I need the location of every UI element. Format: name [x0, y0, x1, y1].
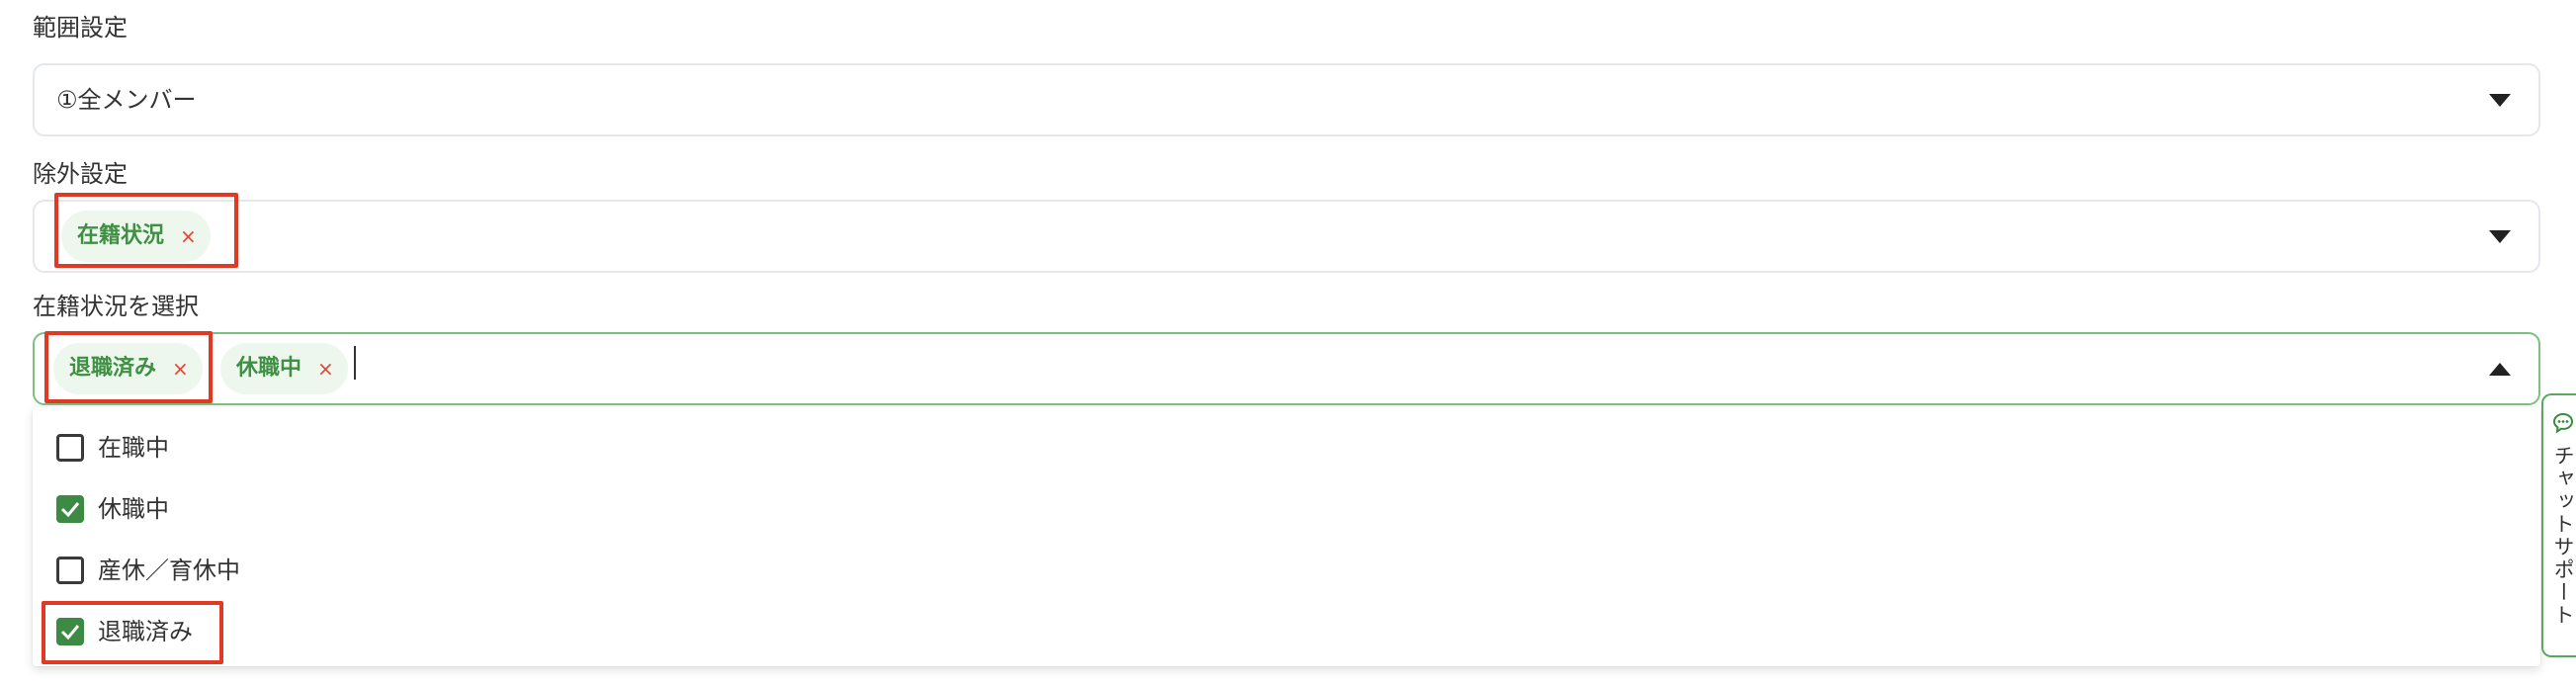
chat-support-label: チャットサポート [2551, 445, 2575, 627]
option-label: 産休／育休中 [98, 557, 240, 584]
highlight-box-exclusion-chip [54, 193, 238, 268]
chevron-down-icon[interactable] [2489, 94, 2511, 107]
checkbox-checked[interactable] [56, 495, 84, 523]
chip-remove-icon[interactable]: × [317, 359, 334, 379]
chevron-up-icon[interactable] [2489, 363, 2511, 376]
option-retired[interactable]: 退職済み [33, 602, 2540, 661]
exclusion-setting-label: 除外設定 [33, 160, 128, 188]
range-selected-value: ①全メンバー [56, 86, 197, 114]
chip-label: 休職中 [236, 356, 302, 381]
range-select[interactable]: ①全メンバー [33, 63, 2540, 136]
option-label: 在職中 [98, 434, 169, 462]
highlight-box-retired-chip [44, 331, 213, 403]
status-dropdown-list: 在職中 休職中 産休／育休中 退職済み [33, 407, 2540, 666]
range-setting-label: 範囲設定 [33, 14, 128, 42]
option-on-leave[interactable]: 休職中 [33, 479, 2540, 539]
chip-on-leave: 休職中 × [220, 343, 348, 394]
status-select-label: 在籍状況を選択 [33, 293, 199, 320]
chat-support-tab[interactable]: チャットサポート [2541, 393, 2576, 657]
checkbox-unchecked[interactable] [56, 434, 84, 462]
option-label: 休職中 [98, 495, 169, 523]
chevron-down-icon[interactable] [2489, 230, 2511, 243]
highlight-box-retired-option [42, 601, 223, 664]
status-multiselect[interactable]: 退職済み × 休職中 × [33, 332, 2540, 405]
option-maternity-leave[interactable]: 産休／育休中 [33, 541, 2540, 600]
checkbox-unchecked[interactable] [56, 557, 84, 584]
checkmark-icon [60, 502, 80, 517]
chat-bubble-icon [2552, 412, 2574, 434]
option-employed[interactable]: 在職中 [33, 418, 2540, 477]
exclusion-select[interactable]: 在籍状況 × [33, 200, 2540, 273]
text-cursor [354, 346, 356, 380]
